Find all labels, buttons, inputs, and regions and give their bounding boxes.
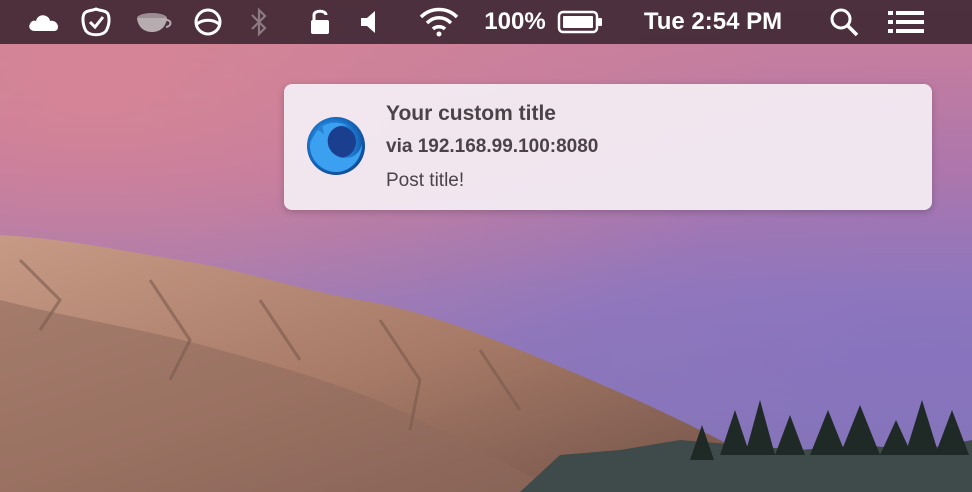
- battery-percent-label: 100%: [480, 0, 550, 44]
- notification-body: Post title!: [386, 170, 465, 191]
- clock-label: Tue 2:54 PM: [643, 8, 783, 35]
- notification-title: Your custom title: [386, 102, 556, 125]
- lock-icon[interactable]: [306, 0, 334, 44]
- cloud-icon[interactable]: [26, 0, 62, 44]
- notification-banner[interactable]: Your custom title via 192.168.99.100:808…: [284, 84, 932, 210]
- menu-bar: 100% Tue 2:54 PM: [0, 0, 972, 44]
- clock[interactable]: Tue 2:54 PM: [628, 0, 798, 44]
- bluetooth-icon[interactable]: [246, 0, 272, 44]
- search-icon[interactable]: [826, 0, 862, 44]
- volume-icon[interactable]: [356, 0, 384, 44]
- todo-check-icon[interactable]: [78, 0, 114, 44]
- battery-percent: 100%: [484, 8, 546, 35]
- wallpaper-mountain-landscape: [0, 235, 972, 492]
- battery-icon[interactable]: [556, 0, 604, 44]
- teacup-icon[interactable]: [134, 0, 174, 44]
- menu-list-icon[interactable]: [884, 0, 928, 44]
- notification-subtitle: via 192.168.99.100:8080: [386, 136, 599, 157]
- wifi-icon[interactable]: [416, 0, 462, 44]
- circle-slash-icon[interactable]: [190, 0, 226, 44]
- firefox-developer-icon: [304, 114, 368, 178]
